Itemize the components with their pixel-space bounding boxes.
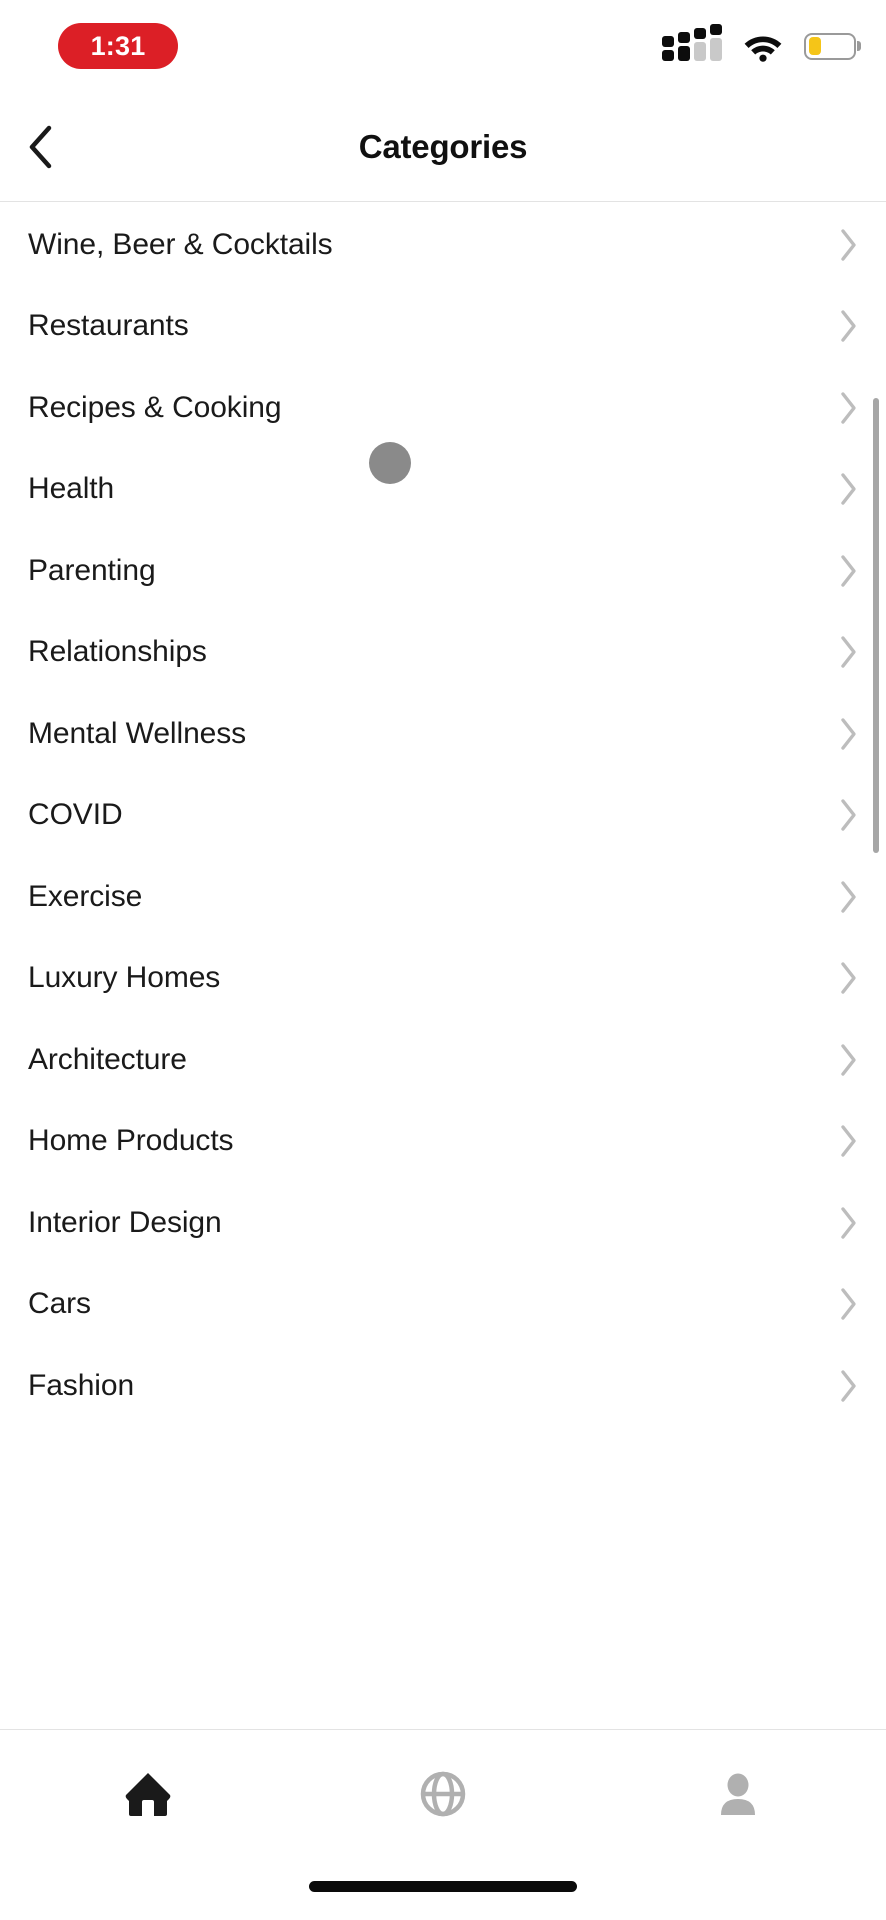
chevron-right-icon: [838, 1043, 858, 1077]
list-item-label: Interior Design: [28, 1205, 222, 1239]
recording-time-pill[interactable]: 1:31: [58, 23, 178, 69]
list-item-label: Parenting: [28, 553, 156, 587]
status-bar: 1:31: [0, 0, 886, 92]
list-item[interactable]: Exercise: [0, 856, 886, 938]
cellular-signal-icon: [662, 24, 722, 61]
home-icon: [125, 1773, 170, 1816]
list-item[interactable]: Interior Design: [0, 1182, 886, 1264]
list-item-label: Wine, Beer & Cocktails: [28, 227, 333, 261]
list-item-label: COVID: [28, 798, 123, 832]
list-item-label: Recipes & Cooking: [28, 390, 282, 424]
list-item-label: Fashion: [28, 1368, 135, 1402]
list-item[interactable]: Cars: [0, 1264, 886, 1346]
list-item[interactable]: Parenting: [0, 530, 886, 612]
list-item-label: Cars: [28, 1287, 91, 1321]
chevron-right-icon: [838, 635, 858, 669]
chevron-right-icon: [838, 717, 858, 751]
person-icon: [721, 1773, 756, 1815]
list-item-label: Exercise: [28, 879, 143, 913]
list-item-label: Home Products: [28, 1124, 234, 1158]
category-list[interactable]: Wine, Beer & Cocktails Restaurants Recipes…: [0, 202, 886, 1730]
list-item-label: Health: [28, 472, 115, 506]
battery-fill: [808, 37, 821, 55]
list-item[interactable]: Fashion: [0, 1345, 886, 1427]
list-item-label: Restaurants: [28, 309, 189, 343]
back-button[interactable]: [10, 116, 72, 178]
recording-time-label: 1:31: [90, 30, 146, 61]
list-item[interactable]: COVID: [0, 775, 886, 857]
list-item[interactable]: Wine, Beer & Cocktails: [0, 204, 886, 286]
list-item-label: Architecture: [28, 1042, 187, 1076]
chevron-right-icon: [838, 228, 858, 262]
battery-icon: [804, 32, 856, 60]
wifi-icon: [744, 36, 782, 62]
tab-home[interactable]: [0, 1768, 295, 1820]
chevron-right-icon: [838, 880, 858, 914]
tab-browse[interactable]: [295, 1768, 590, 1820]
chevron-right-icon: [838, 1124, 858, 1158]
status-bar-right-cluster: [662, 24, 856, 62]
chevron-right-icon: [838, 1287, 858, 1321]
list-item[interactable]: Health: [0, 449, 886, 531]
chevron-right-icon: [838, 798, 858, 832]
home-indicator: [309, 1881, 577, 1892]
list-item[interactable]: Recipes & Cooking: [0, 367, 886, 449]
list-item[interactable]: Home Products: [0, 1101, 886, 1183]
list-item[interactable]: Relationships: [0, 612, 886, 694]
chevron-right-icon: [838, 309, 858, 343]
chevron-right-icon: [838, 554, 858, 588]
chevron-left-icon: [29, 125, 52, 168]
list-item[interactable]: Mental Wellness: [0, 693, 886, 775]
list-item-label: Luxury Homes: [28, 961, 221, 995]
list-item[interactable]: Restaurants: [0, 286, 886, 368]
chevron-right-icon: [838, 472, 858, 506]
list-item-label: Mental Wellness: [28, 716, 247, 750]
scrollbar-thumb[interactable]: [873, 398, 879, 853]
chevron-right-icon: [838, 1369, 858, 1403]
phone-screen: 1:31 Categories Wine, Beer & Cocktails R…: [0, 0, 886, 1920]
nav-bar: Categories: [0, 92, 886, 202]
tab-profile[interactable]: [591, 1768, 886, 1820]
chevron-right-icon: [838, 391, 858, 425]
page-title: Categories: [358, 127, 528, 165]
chevron-right-icon: [838, 1206, 858, 1240]
list-item-label: Relationships: [28, 635, 207, 669]
list-item[interactable]: Architecture: [0, 1019, 886, 1101]
list-item[interactable]: Luxury Homes: [0, 938, 886, 1020]
globe-icon: [420, 1771, 466, 1817]
chevron-right-icon: [838, 961, 858, 995]
